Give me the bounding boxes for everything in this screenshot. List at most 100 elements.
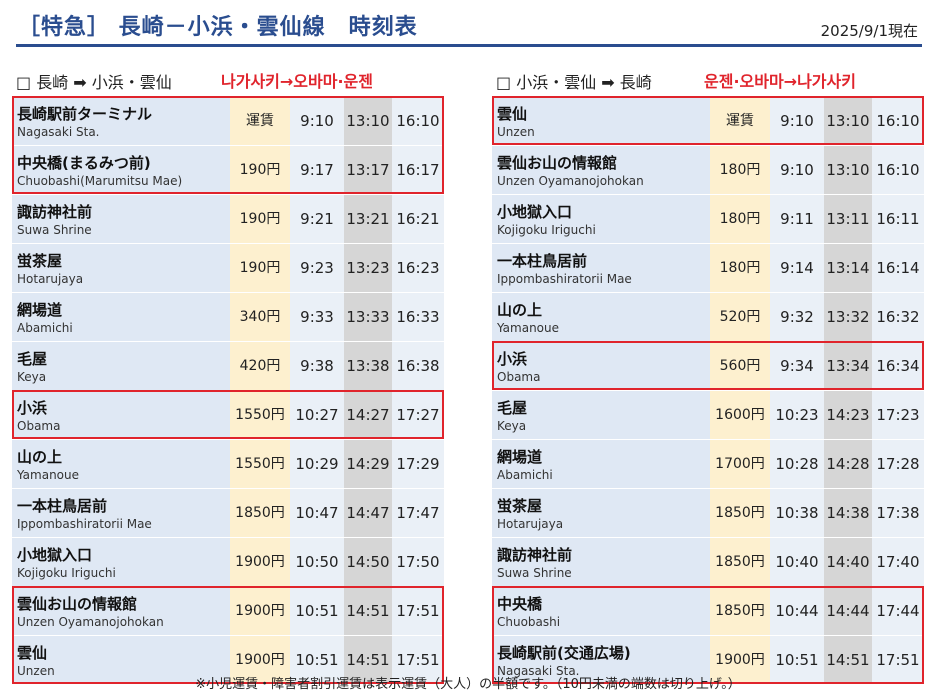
timetable-row: 一本柱鳥居前 Ippombashiratorii Mae 1850円 10:47 14:… (12, 488, 444, 537)
departure-time-1: 10:23 (770, 391, 824, 439)
departure-time-3: 16:17 (392, 146, 444, 194)
stop-name-ja: 長崎駅前(交通広場) (497, 644, 631, 662)
departure-time-3: 17:28 (872, 440, 924, 488)
stop-name-cell: 山の上 Yamanoue (12, 440, 230, 488)
departure-time-1: 9:38 (290, 342, 344, 390)
timetable-row: 中央橋 Chuobashi 1850円 10:44 14:44 17:44 (492, 586, 924, 635)
departure-time-2: 14:40 (824, 538, 872, 586)
stop-name-cell: 一本柱鳥居前 Ippombashiratorii Mae (12, 489, 230, 537)
stop-name-ja: 山の上 (497, 301, 543, 319)
stop-name-cell: 一本柱鳥居前 Ippombashiratorii Mae (492, 244, 710, 292)
stop-name-ja: 小地獄入口 (497, 203, 573, 221)
timetable-row: 一本柱鳥居前 Ippombashiratorii Mae 180円 9:14 13:14… (492, 243, 924, 292)
timetable: 雲仙 Unzen 運賃 9:10 13:10 16:10 雲仙お山の情報館 Unzen Oya… (492, 96, 924, 684)
timetable-row: 小浜 Obama 1550円 10:27 14:27 17:27 (12, 390, 444, 439)
departure-time-3: 17:40 (872, 538, 924, 586)
fare-cell: 190円 (230, 244, 290, 292)
stop-name-ja: 小浜 (17, 399, 48, 417)
stop-name-en: Unzen Oyamanojohokan (497, 174, 644, 188)
departure-time-3: 17:51 (392, 587, 444, 635)
departure-time-1: 10:50 (290, 538, 344, 586)
departure-time-3: 16:10 (872, 97, 924, 145)
timetable-row: 蛍茶屋 Hotarujaya 190円 9:23 13:23 16:23 (12, 243, 444, 292)
stop-name-ja: 雲仙 (497, 105, 528, 123)
departure-time-1: 9:32 (770, 293, 824, 341)
stop-name-cell: 山の上 Yamanoue (492, 293, 710, 341)
timetable-row: 小地獄入口 Kojigoku Iriguchi 1900円 10:50 14:50 17:… (12, 537, 444, 586)
departure-time-2: 14:27 (344, 391, 392, 439)
stop-name-ja: 蛍茶屋 (17, 252, 63, 270)
stop-name-cell: 諏訪神社前 Suwa Shrine (492, 538, 710, 586)
fare-cell: 1600円 (710, 391, 770, 439)
timetable-row: 小浜 Obama 560円 9:34 13:34 16:34 (492, 341, 924, 390)
fare-cell: 420円 (230, 342, 290, 390)
stop-name-ja: 中央橋 (497, 595, 543, 613)
departure-time-2: 13:21 (344, 195, 392, 243)
stop-name-cell: 雲仙お山の情報館 Unzen Oyamanojohokan (492, 146, 710, 194)
stop-name-en: Ippombashiratorii Mae (17, 517, 152, 531)
fare-cell: 180円 (710, 244, 770, 292)
stop-name-ja: 一本柱鳥居前 (497, 252, 588, 270)
stop-name-ja: 諏訪神社前 (17, 203, 93, 221)
fare-cell: 1850円 (710, 489, 770, 537)
departure-time-1: 10:27 (290, 391, 344, 439)
departure-time-2: 13:10 (344, 97, 392, 145)
stop-name-cell: 毛屋 Keya (12, 342, 230, 390)
stop-name-ja: 山の上 (17, 448, 63, 466)
stop-name-ja: 長崎駅前ターミナル (17, 105, 153, 123)
stop-name-en: Yamanoue (17, 468, 80, 482)
panel-heading: □ 長崎 ➡ 小浜・雲仙 나가사키→오바마·운젠 (12, 66, 444, 96)
stop-name-en: Abamichi (17, 321, 73, 335)
departure-time-1: 10:28 (770, 440, 824, 488)
departure-time-3: 16:11 (872, 195, 924, 243)
stop-name-ja: 小地獄入口 (17, 546, 93, 564)
departure-time-1: 10:47 (290, 489, 344, 537)
departure-time-3: 17:44 (872, 587, 924, 635)
stop-name-en: Keya (17, 370, 47, 384)
departure-time-2: 14:44 (824, 587, 872, 635)
fare-cell: 1700円 (710, 440, 770, 488)
departure-time-2: 13:10 (824, 146, 872, 194)
stop-name-ja: 雲仙お山の情報館 (17, 595, 138, 613)
fare-cell: 180円 (710, 146, 770, 194)
departure-time-1: 9:14 (770, 244, 824, 292)
stop-name-ja: 蛍茶屋 (497, 497, 543, 515)
stop-name-cell: 小浜 Obama (12, 391, 230, 439)
timetable-row: 諏訪神社前 Suwa Shrine 1850円 10:40 14:40 17:40 (492, 537, 924, 586)
departure-time-1: 9:21 (290, 195, 344, 243)
stop-name-cell: 小地獄入口 Kojigoku Iriguchi (492, 195, 710, 243)
departure-time-1: 9:10 (770, 97, 824, 145)
stop-name-ja: 一本柱鳥居前 (17, 497, 108, 515)
departure-time-2: 14:23 (824, 391, 872, 439)
fare-cell: 運賃 (230, 97, 290, 145)
fare-cell: 180円 (710, 195, 770, 243)
departure-time-3: 16:14 (872, 244, 924, 292)
stop-name-cell: 毛屋 Keya (492, 391, 710, 439)
stop-name-en: Hotarujaya (17, 272, 84, 286)
timetable-row: 雲仙お山の情報館 Unzen Oyamanojohokan 180円 9:10 13:1… (492, 145, 924, 194)
departure-time-1: 9:10 (290, 97, 344, 145)
stop-name-en: Yamanoue (497, 321, 560, 335)
stop-name-en: Ippombashiratorii Mae (497, 272, 632, 286)
panel-heading: □ 小浜・雲仙 ➡ 長崎 운젠·오바마→나가사키 (492, 66, 924, 96)
stop-name-en: Nagasaki Sta. (17, 125, 100, 139)
departure-time-1: 9:11 (770, 195, 824, 243)
stop-name-cell: 雲仙お山の情報館 Unzen Oyamanojohokan (12, 587, 230, 635)
stop-name-en: Obama (497, 370, 541, 384)
stop-name-en: Keya (497, 419, 527, 433)
stop-name-cell: 網場道 Abamichi (492, 440, 710, 488)
stop-name-ja: 雲仙お山の情報館 (497, 154, 618, 172)
fare-cell: 340円 (230, 293, 290, 341)
korean-direction-label: 나가사키→오바마·운젠 (221, 72, 373, 91)
departure-time-1: 9:23 (290, 244, 344, 292)
timetable-row: 長崎駅前ターミナル Nagasaki Sta. 運賃 9:10 13:10 16:10 (12, 96, 444, 145)
fare-footnote: ※小児運賃・障害者割引運賃は表示運賃（大人）の半額です。（10円未満の端数は切り… (195, 677, 741, 692)
direction-label: □ 小浜・雲仙 ➡ 長崎 (496, 73, 652, 92)
departure-time-1: 10:51 (290, 587, 344, 635)
departure-time-3: 16:21 (392, 195, 444, 243)
timetable-nagasaki-to-unzen: □ 長崎 ➡ 小浜・雲仙 나가사키→오바마·운젠 長崎駅前ターミナル Nagasa… (12, 66, 444, 684)
header-rule (16, 44, 922, 47)
departure-time-3: 16:23 (392, 244, 444, 292)
departure-time-3: 16:32 (872, 293, 924, 341)
timetable-row: 毛屋 Keya 420円 9:38 13:38 16:38 (12, 341, 444, 390)
